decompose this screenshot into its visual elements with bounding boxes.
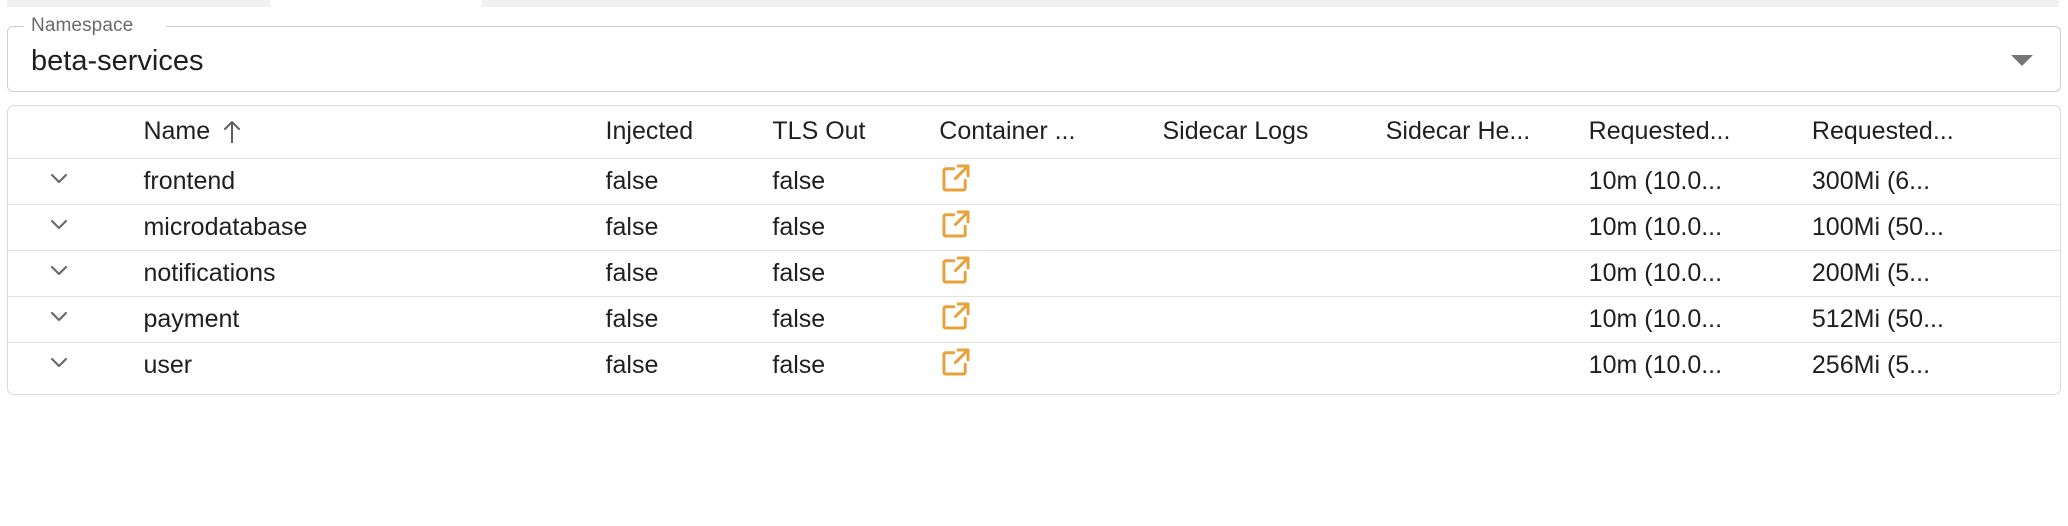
chevron-down-icon[interactable] <box>46 257 72 283</box>
namespace-select[interactable]: Namespace beta-services <box>7 15 2061 92</box>
cell-requested-memory: 300Mi (6... <box>1811 166 1931 195</box>
expand-row-button[interactable] <box>8 250 109 296</box>
cell-requested-cpu: 10m (10.0... <box>1588 212 1723 241</box>
cell-requested-memory: 256Mi (5... <box>1811 350 1931 379</box>
cell-sidecar-logs <box>1163 204 1386 250</box>
cell-tls-out: false <box>772 166 826 195</box>
table-row[interactable]: user false false 10m (10.0... 256Mi (5... <box>8 342 2060 388</box>
cell-sidecar-logs <box>1163 342 1386 388</box>
cell-tls-out: false <box>772 304 826 333</box>
header-container[interactable]: Container ... <box>939 106 1163 159</box>
header-expand <box>8 106 110 159</box>
cell-requested-cpu: 10m (10.0... <box>1588 258 1723 287</box>
cell-container-link[interactable] <box>939 250 1162 296</box>
header-sidecar-health[interactable]: Sidecar He... <box>1385 106 1589 159</box>
expand-row-button[interactable] <box>8 204 109 250</box>
table-row[interactable]: microdatabase false false 10m (10.0... 100Mi… <box>8 204 2060 250</box>
chevron-down-icon[interactable] <box>46 165 72 191</box>
cell-tls-out: false <box>772 350 826 379</box>
toolbar-strip-segment-left <box>7 0 271 7</box>
cell-injected: false <box>605 350 659 379</box>
cell-name: payment <box>143 304 240 333</box>
toolbar-strip-segment-right <box>481 0 2059 7</box>
open-in-new-icon[interactable] <box>939 161 973 195</box>
chevron-down-icon[interactable] <box>46 303 72 329</box>
open-in-new-icon[interactable] <box>939 299 973 333</box>
table-header: Name Injected TLS Out Container ... Side… <box>8 106 2060 159</box>
expand-row-button[interactable] <box>8 158 109 204</box>
cell-name: user <box>143 350 193 379</box>
open-in-new-icon[interactable] <box>939 207 973 241</box>
table-row[interactable]: frontend false false 10m (10.0... 300Mi (6..… <box>8 158 2060 204</box>
cell-requested-memory: 512Mi (50... <box>1811 304 1944 333</box>
table-row[interactable]: notifications false false 10m (10.0... 200Mi… <box>8 250 2060 296</box>
cell-sidecar-health <box>1386 158 1589 204</box>
cell-injected: false <box>605 212 659 241</box>
cell-injected: false <box>605 166 659 195</box>
namespace-label: Namespace <box>31 15 134 36</box>
table-body: frontend false false 10m (10.0... 300Mi (6..… <box>8 158 2060 388</box>
header-tls-out[interactable]: TLS Out <box>772 106 940 159</box>
header-name[interactable]: Name <box>109 106 606 159</box>
cell-container-link[interactable] <box>939 296 1162 342</box>
header-injected[interactable]: Injected <box>605 106 773 159</box>
table-header-row: Name Injected TLS Out Container ... Side… <box>8 106 2060 159</box>
workloads-table-card: Name Injected TLS Out Container ... Side… <box>7 105 2061 395</box>
cell-requested-cpu: 10m (10.0... <box>1588 350 1723 379</box>
caret-down-icon[interactable] <box>2011 55 2033 66</box>
cell-sidecar-health <box>1386 342 1589 388</box>
cell-requested-memory: 100Mi (50... <box>1811 212 1944 241</box>
cell-requested-cpu: 10m (10.0... <box>1588 304 1723 333</box>
header-name-label: Name <box>143 117 211 146</box>
cell-requested-cpu: 10m (10.0... <box>1588 166 1723 195</box>
cell-container-link[interactable] <box>939 342 1162 388</box>
cell-sidecar-logs <box>1163 296 1386 342</box>
cell-requested-memory: 200Mi (5... <box>1811 258 1931 287</box>
cell-name: notifications <box>143 258 276 287</box>
cell-sidecar-logs <box>1163 158 1386 204</box>
cell-container-link[interactable] <box>939 204 1162 250</box>
cell-name: microdatabase <box>143 212 308 241</box>
arrow-up-icon[interactable] <box>222 119 242 145</box>
open-in-new-icon[interactable] <box>939 253 973 287</box>
cell-injected: false <box>605 258 659 287</box>
cell-sidecar-logs <box>1163 250 1386 296</box>
cell-name: frontend <box>143 166 236 195</box>
workloads-table: Name Injected TLS Out Container ... Side… <box>8 106 2060 388</box>
expand-row-button[interactable] <box>8 296 109 342</box>
header-sidecar-logs[interactable]: Sidecar Logs <box>1162 106 1386 159</box>
namespace-select-outline <box>7 26 2061 92</box>
clipped-toolbar-strip <box>0 0 2068 7</box>
open-in-new-icon[interactable] <box>939 345 973 379</box>
chevron-down-icon[interactable] <box>46 211 72 237</box>
cell-sidecar-health <box>1386 204 1589 250</box>
namespace-selected-value: beta-services <box>31 45 204 77</box>
cell-container-link[interactable] <box>939 158 1162 204</box>
table-row[interactable]: payment false false 10m (10.0... 512Mi (50..… <box>8 296 2060 342</box>
header-requested-cpu[interactable]: Requested... <box>1588 106 1812 159</box>
cell-tls-out: false <box>772 212 826 241</box>
cell-injected: false <box>605 304 659 333</box>
header-requested-memory[interactable]: Requested... <box>1811 106 2060 159</box>
expand-row-button[interactable] <box>8 342 109 388</box>
cell-sidecar-health <box>1386 296 1589 342</box>
cell-sidecar-health <box>1386 250 1589 296</box>
chevron-down-icon[interactable] <box>46 349 72 375</box>
cell-tls-out: false <box>772 258 826 287</box>
